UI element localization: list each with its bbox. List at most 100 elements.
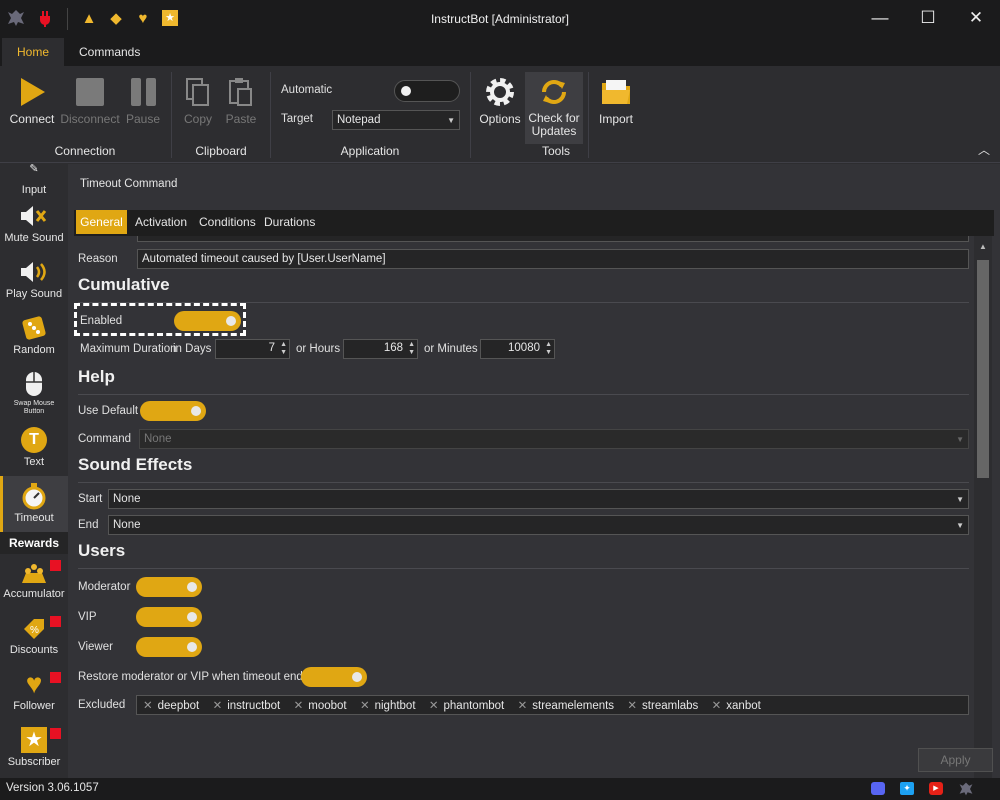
copy-label: Copy (183, 112, 212, 126)
pause-button[interactable]: Pause (120, 72, 166, 142)
excluded-tag[interactable]: ✕ streamlabs (627, 699, 698, 713)
hours-stepper[interactable]: 168 ▲ ▼ (343, 339, 418, 359)
viewer-toggle[interactable] (136, 637, 202, 657)
disconnect-button[interactable]: Disconnect (60, 72, 120, 142)
remove-tag-icon[interactable]: ✕ (143, 700, 153, 712)
target-dropdown[interactable]: Notepad ▼ (332, 110, 460, 130)
tab-home[interactable]: Home (2, 38, 65, 66)
start-sound-dropdown[interactable]: None ▼ (108, 489, 969, 509)
tab-commands[interactable]: Commands (64, 38, 155, 66)
youtube-icon[interactable]: ▶ (929, 782, 943, 795)
close-button[interactable]: ✕ (954, 4, 998, 32)
sidebar-item-text[interactable]: T Text (0, 424, 68, 476)
stepper-arrows-icon[interactable]: ▲ ▼ (280, 341, 287, 357)
dragon-logo-icon[interactable] (958, 781, 974, 800)
sidebar-item-label: Random (13, 344, 55, 356)
vip-toggle[interactable] (136, 607, 202, 627)
check-updates-button[interactable]: Check for Updates (525, 72, 583, 144)
tab-conditions[interactable]: Conditions (199, 210, 256, 234)
apply-button[interactable]: Apply (918, 748, 993, 772)
automatic-toggle[interactable] (394, 80, 460, 102)
maximize-button[interactable]: ☐ (906, 4, 950, 32)
days-value: 7 (268, 342, 275, 354)
remove-tag-icon[interactable]: ✕ (627, 700, 637, 712)
sidebar-item-label: Button (23, 408, 45, 415)
discord-icon[interactable] (871, 782, 885, 795)
connect-button[interactable]: Connect (4, 72, 60, 142)
reason-input[interactable]: Automated timeout caused by [User.UserNa… (137, 249, 969, 269)
excluded-tag[interactable]: ✕ phantombot (429, 699, 504, 713)
start-label: Start (78, 493, 103, 505)
sidebar-item-subscriber[interactable]: ★ Subscriber (0, 724, 68, 776)
clipboard-group-label: Clipboard (195, 144, 247, 158)
sidebar-item-label: Subscriber (7, 756, 61, 768)
excluded-tag-label: streamelements (532, 700, 615, 712)
scroll-up-icon[interactable]: ▲ (979, 242, 987, 251)
help-heading: Help (78, 367, 115, 386)
cumulative-enabled-toggle[interactable] (174, 311, 241, 331)
moderator-toggle[interactable] (136, 577, 202, 597)
dice-icon (0, 312, 68, 344)
sidebar-item-input[interactable]: ✎ Input (0, 164, 68, 196)
sidebar-item-random[interactable]: Random (0, 312, 68, 364)
minutes-value: 10080 (508, 342, 540, 354)
excluded-tag[interactable]: ✕ deepbot (143, 699, 199, 713)
options-button[interactable]: Options (477, 72, 523, 142)
excluded-tag[interactable]: ✕ nightbot (360, 699, 416, 713)
enabled-label: Enabled (80, 315, 123, 327)
remove-tag-icon[interactable]: ✕ (518, 700, 528, 712)
remove-tag-icon[interactable]: ✕ (294, 700, 304, 712)
excluded-tag[interactable]: ✕ streamelements (518, 699, 614, 713)
disconnect-label: Disconnect (60, 112, 120, 126)
vip-label: VIP (78, 611, 97, 623)
excluded-tag[interactable]: ✕ xanbot (712, 699, 761, 713)
use-default-toggle[interactable] (140, 401, 206, 421)
minutes-label: or Minutes (424, 343, 478, 355)
paste-button[interactable]: Paste (221, 72, 261, 142)
sidebar-item-accumulator[interactable]: Accumulator (0, 556, 68, 608)
remove-tag-icon[interactable]: ✕ (429, 700, 439, 712)
gear-icon (477, 72, 523, 112)
collapse-ribbon-icon[interactable]: ︿ (978, 141, 990, 158)
mouse-icon (0, 368, 68, 400)
remove-tag-icon[interactable]: ✕ (712, 700, 722, 712)
sidebar-item-play-sound[interactable]: Play Sound (0, 256, 68, 308)
sidebar-item-label: Swap Mouse (13, 400, 55, 407)
tab-activation[interactable]: Activation (135, 210, 187, 234)
title-bar: ▲ ◆ ♥ ★ InstructBot [Administrator] — ☐ … (0, 0, 1000, 38)
remove-tag-icon[interactable]: ✕ (213, 700, 223, 712)
minimize-button[interactable]: — (858, 4, 902, 32)
stepper-arrows-icon[interactable]: ▲ ▼ (545, 341, 552, 357)
twitter-icon[interactable]: ✦ (900, 782, 914, 795)
copy-button[interactable]: Copy (178, 72, 218, 142)
minutes-stepper[interactable]: 10080 ▲ ▼ (480, 339, 555, 359)
scrollbar[interactable]: ▲ (974, 236, 992, 778)
application-group-label: Application (340, 144, 400, 158)
tab-durations[interactable]: Durations (264, 210, 315, 234)
sidebar-item-discounts[interactable]: % Discounts (0, 612, 68, 664)
moderator-label: Moderator (78, 581, 131, 593)
sidebar-item-mute-sound[interactable]: Mute Sound (0, 200, 68, 252)
sidebar-item-label: Mute Sound (4, 232, 64, 244)
sidebar-item-label: Timeout (14, 512, 54, 524)
days-stepper[interactable]: 7 ▲ ▼ (215, 339, 290, 359)
window-title: InstructBot [Administrator] (430, 12, 570, 26)
ribbon-tabs: Home Commands (0, 38, 1000, 66)
remove-tag-icon[interactable]: ✕ (360, 700, 370, 712)
sidebar-item-follower[interactable]: ♥ Follower (0, 668, 68, 720)
scrollbar-thumb[interactable] (977, 260, 989, 478)
excluded-tag-label: phantombot (443, 700, 505, 712)
tab-general[interactable]: General (76, 210, 127, 234)
sidebar-item-timeout[interactable]: Timeout (0, 476, 68, 532)
excluded-tag[interactable]: ✕ instructbot (213, 699, 281, 713)
import-button[interactable]: Import (592, 72, 640, 142)
end-sound-dropdown[interactable]: None ▼ (108, 515, 969, 535)
new-badge (50, 672, 61, 683)
sidebar-item-swap-mouse[interactable]: Swap Mouse Button (0, 368, 68, 420)
stepper-arrows-icon[interactable]: ▲ ▼ (408, 341, 415, 357)
restore-toggle[interactable] (301, 667, 367, 687)
stopwatch-icon (0, 480, 68, 512)
excluded-users-input[interactable]: ✕ deepbot ✕ instructbot ✕ moobot ✕ nightbot … (136, 695, 969, 715)
folder-icon (592, 72, 640, 112)
excluded-tag[interactable]: ✕ moobot (294, 699, 347, 713)
